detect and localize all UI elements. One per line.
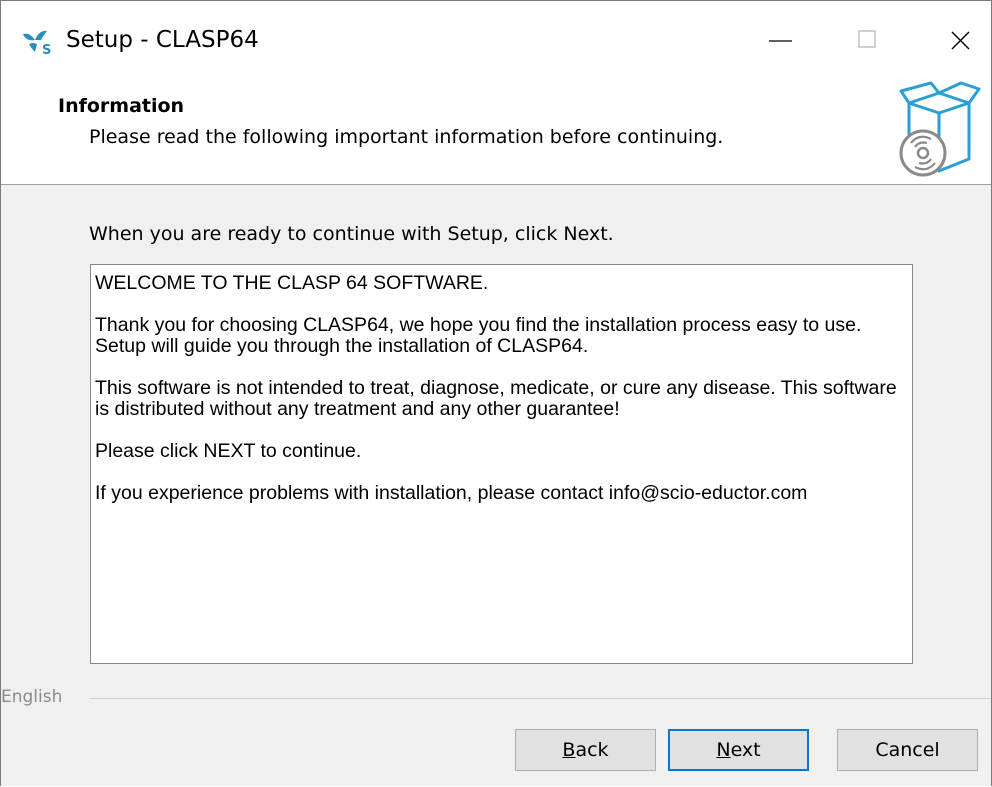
instruction-text: When you are ready to continue with Setu… (89, 223, 614, 245)
minimize-icon (769, 40, 792, 42)
next-accelerator: N (716, 739, 731, 761)
info-paragraph: If you experience problems with installa… (95, 482, 808, 504)
back-button[interactable]: Back (515, 729, 656, 771)
back-accelerator: B (562, 739, 576, 761)
window-title: Setup - CLASP64 (66, 27, 259, 53)
back-label: ack (575, 739, 609, 761)
info-paragraph: This software is not intended to treat, … (95, 377, 897, 420)
information-memo[interactable]: WELCOME TO THE CLASP 64 SOFTWARE. Thank … (90, 264, 913, 664)
minimize-button[interactable] (737, 1, 829, 79)
close-button[interactable] (901, 1, 991, 79)
app-logo-icon: S (23, 30, 51, 56)
cancel-button[interactable]: Cancel (837, 729, 978, 771)
next-label: ext (730, 739, 761, 761)
info-paragraph: WELCOME TO THE CLASP 64 SOFTWARE. (95, 272, 489, 294)
page-title: Information (58, 95, 185, 117)
title-bar[interactable]: S Setup - CLASP64 (1, 1, 991, 79)
setup-window: S Setup - CLASP64 Information Please rea… (0, 0, 992, 786)
next-button[interactable]: Next (668, 729, 809, 771)
software-box-cd-icon (899, 81, 981, 177)
close-icon (951, 31, 970, 50)
svg-text:S: S (42, 43, 51, 56)
language-label: English (1, 687, 69, 707)
page-subtitle: Please read the following important info… (89, 126, 724, 148)
info-paragraph: Please click NEXT to continue. (95, 440, 362, 462)
info-paragraph: Thank you for choosing CLASP64, we hope … (95, 314, 862, 357)
wizard-header: Information Please read the following im… (1, 79, 991, 185)
language-divider (89, 698, 991, 699)
